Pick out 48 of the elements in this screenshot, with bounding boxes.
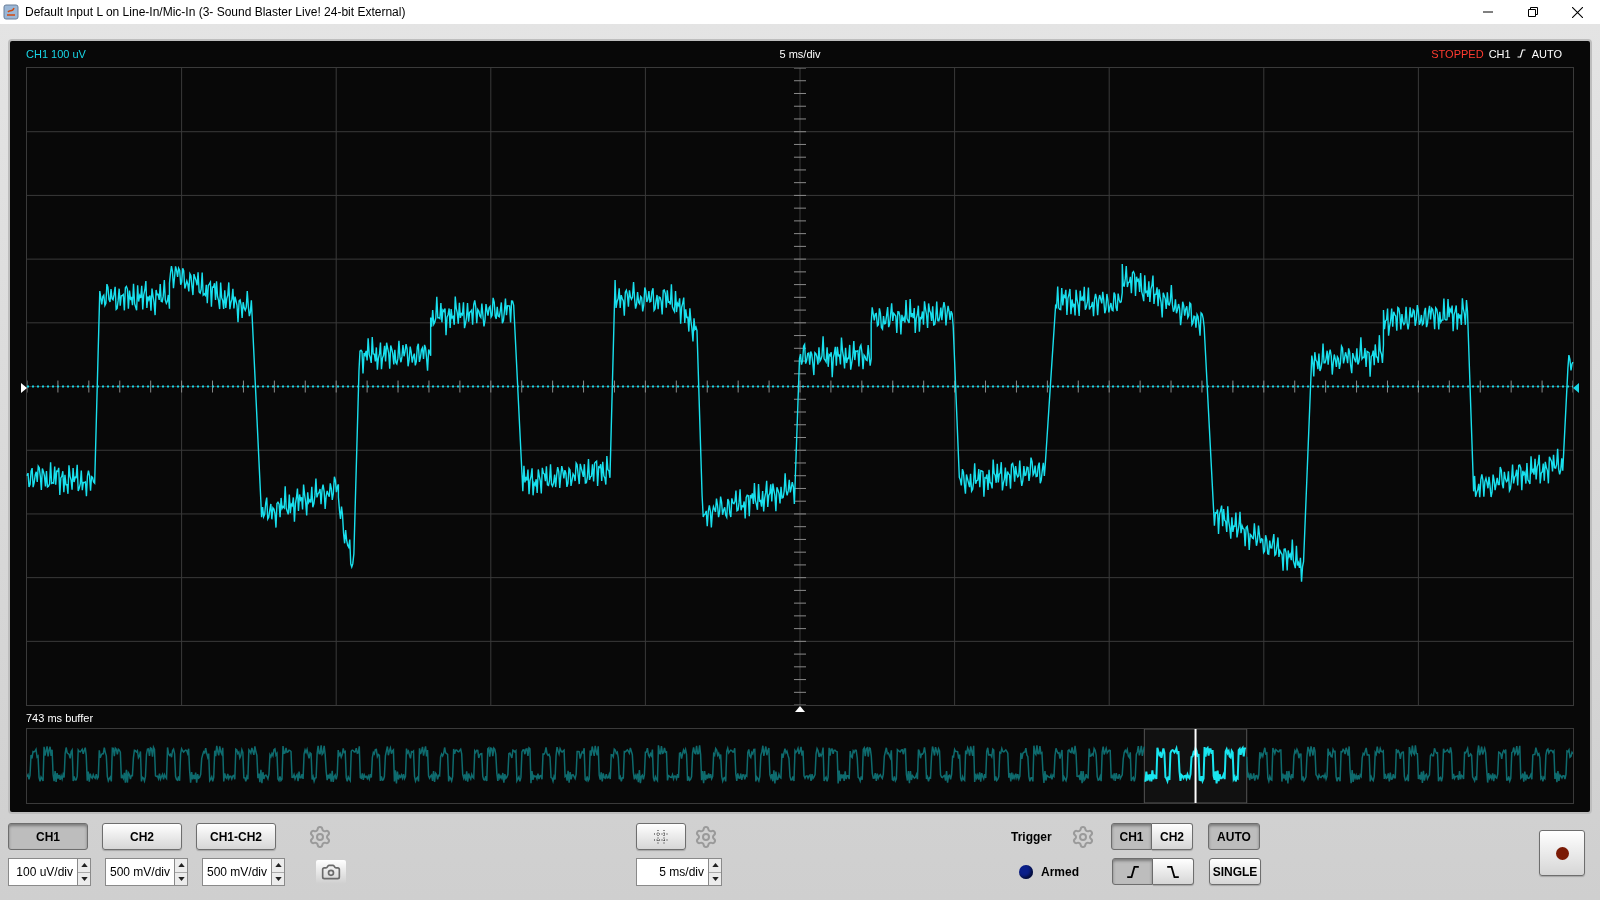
caret-up-icon: [177, 863, 185, 868]
buffer-label: 743 ms buffer: [26, 710, 94, 726]
close-icon: [1572, 6, 1583, 18]
caret-down-icon: [80, 876, 88, 881]
channel-button[interactable]: CH1: [8, 823, 88, 850]
scale-field[interactable]: 5 ms/div: [636, 858, 709, 886]
armed-label: Armed: [1041, 863, 1079, 881]
spin-up-button[interactable]: [709, 859, 721, 873]
timebase-label: 5 ms/div: [779, 46, 821, 62]
trigger-marker-icon[interactable]: [1573, 382, 1579, 393]
caret-down-icon: [274, 876, 282, 881]
trigger-mode-label: AUTO: [1531, 46, 1562, 62]
buffer-overview-drawing[interactable]: [27, 729, 1573, 803]
edge-icon: [1165, 863, 1181, 880]
channel-button[interactable]: CH1-CH2: [196, 823, 276, 850]
scale-field[interactable]: 100 uV/div: [8, 858, 78, 886]
trigger-edge-button[interactable]: [1153, 858, 1194, 885]
caret-up-icon: [274, 863, 282, 868]
spin-up-button[interactable]: [175, 859, 187, 873]
spin-up-button[interactable]: [78, 859, 90, 873]
trigger-channel-button[interactable]: CH2: [1152, 823, 1193, 850]
record-button[interactable]: [1539, 830, 1585, 876]
window-title: Default Input L on Line-In/Mic-In (3- Sound Blaster Live! 24-bit External): [25, 4, 406, 21]
caret-up-icon: [80, 863, 88, 868]
trigger-mode-button[interactable]: SINGLE: [1209, 858, 1261, 885]
scale-field[interactable]: 500 mV/div: [105, 858, 175, 886]
restore-icon: [1527, 7, 1538, 17]
trigger-channel-button[interactable]: CH1: [1111, 823, 1152, 850]
caret-down-icon: [177, 876, 185, 881]
scale-field[interactable]: 500 mV/div: [202, 858, 272, 886]
grid-icon: [653, 828, 669, 845]
trigger-channel-label: CH1: [1488, 46, 1511, 62]
app-icon: [3, 4, 19, 20]
caret-down-icon: [711, 876, 719, 881]
spin-up-button[interactable]: [272, 859, 284, 873]
caret-up-icon: [711, 863, 719, 868]
record-dot-icon: [1555, 846, 1569, 860]
trigger-marker-icon[interactable]: [21, 382, 27, 393]
channel-scale-label: CH1 100 uV: [26, 46, 86, 62]
edge-icon: [1124, 863, 1141, 880]
trigger-mode-button[interactable]: AUTO: [1208, 823, 1260, 850]
status-label: STOPPED: [1431, 46, 1484, 62]
trigger-label: Trigger: [1011, 828, 1053, 846]
grid-toggle-button[interactable]: [636, 823, 686, 850]
channel-button[interactable]: CH2: [102, 823, 182, 850]
camera-icon[interactable]: [316, 860, 346, 884]
trigger-edge-button[interactable]: [1112, 858, 1153, 885]
time-marker-icon[interactable]: [795, 706, 805, 713]
